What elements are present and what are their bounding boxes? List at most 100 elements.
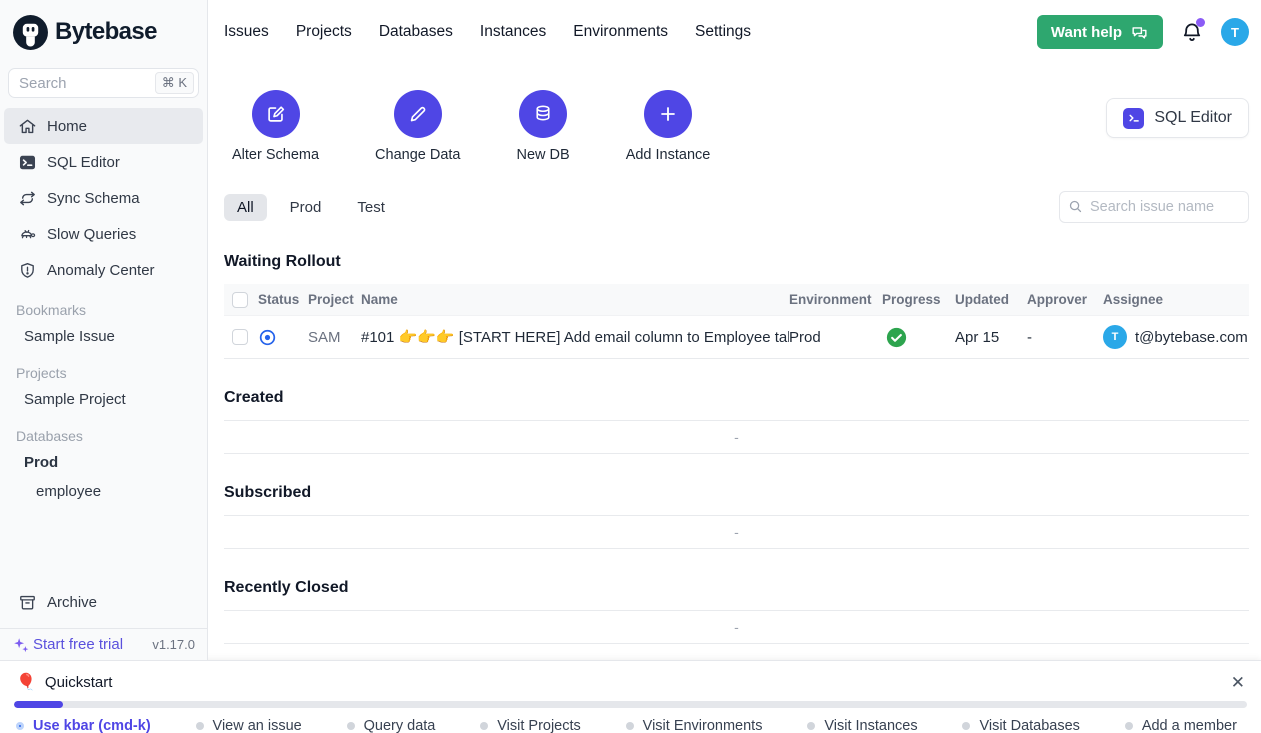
quickstart-step-visit-environments[interactable]: Visit Environments [626, 718, 763, 733]
user-avatar[interactable]: T [1221, 18, 1249, 46]
col-status: Status [258, 292, 308, 307]
edit-square-icon [252, 90, 300, 138]
divider [224, 548, 1249, 549]
start-free-trial-link[interactable]: Start free trial [12, 636, 123, 654]
step-dot [1125, 722, 1133, 730]
quickstart-header: 🎈 Quickstart ✕ [0, 661, 1261, 701]
want-help-button[interactable]: Want help [1037, 15, 1163, 49]
issue-name[interactable]: #101 👉👉👉 [START HERE] Add email column t… [361, 328, 789, 346]
sidebar-item-label: Sync Schema [47, 190, 140, 207]
sidebar-item-slow-queries[interactable]: Slow Queries [4, 216, 203, 252]
chat-icon [1130, 23, 1149, 42]
step-label: Visit Environments [643, 718, 763, 733]
search-icon [1068, 199, 1083, 214]
filter-row: All Prod Test [224, 191, 1249, 223]
quickstart-step-add-member[interactable]: Add a member [1125, 718, 1237, 733]
notification-bell-icon[interactable] [1180, 20, 1204, 44]
step-label: Query data [364, 718, 436, 733]
tab-test[interactable]: Test [344, 194, 398, 221]
sidebar-item-label: Home [47, 118, 87, 135]
add-instance-button[interactable]: Add Instance [626, 90, 711, 163]
sidebar-item-label: Slow Queries [47, 226, 136, 243]
quickstart-step-visit-databases[interactable]: Visit Databases [962, 718, 1079, 733]
quickstart-step-visit-instances[interactable]: Visit Instances [807, 718, 917, 733]
alter-schema-button[interactable]: Alter Schema [232, 90, 319, 163]
sync-icon [18, 189, 37, 208]
quick-actions: Alter Schema Change Data New DB [232, 90, 710, 163]
notification-dot [1196, 18, 1205, 27]
top-nav: Issues Projects Databases Instances Envi… [224, 23, 751, 41]
balloon-icon: 🎈 [16, 672, 36, 692]
col-approver: Approver [1027, 292, 1103, 307]
nav-settings[interactable]: Settings [695, 23, 751, 41]
select-all-checkbox[interactable] [232, 292, 248, 308]
top-bar: Issues Projects Databases Instances Envi… [208, 0, 1261, 64]
issue-updated: Apr 15 [955, 329, 1027, 346]
issue-row[interactable]: SAM #101 👉👉👉 [START HERE] Add email colu… [224, 315, 1249, 359]
subscribed-empty: - [224, 516, 1249, 548]
sql-editor-button[interactable]: SQL Editor [1106, 98, 1249, 138]
col-progress: Progress [882, 292, 955, 307]
quickstart-step-query-data[interactable]: Query data [347, 718, 436, 733]
tab-all[interactable]: All [224, 194, 267, 221]
quickstart-step-use-kbar[interactable]: Use kbar (cmd-k) [16, 718, 151, 733]
search-shortcut-badge: ⌘ K [155, 72, 194, 94]
add-instance-label: Add Instance [626, 147, 711, 163]
home-icon [18, 117, 37, 136]
quick-actions-row: Alter Schema Change Data New DB [224, 90, 1249, 163]
sidebar-item-sql-editor[interactable]: SQL Editor [4, 144, 203, 180]
plus-icon [644, 90, 692, 138]
nav-databases[interactable]: Databases [379, 23, 453, 41]
sidebar-item-archive[interactable]: Archive [4, 584, 203, 620]
sidebar-section-databases: Databases [0, 414, 207, 448]
new-db-button[interactable]: New DB [517, 90, 570, 163]
sidebar-bookmark-sample-issue[interactable]: Sample Issue [0, 322, 207, 351]
nav-environments[interactable]: Environments [573, 23, 668, 41]
sidebar-search: ⌘ K [8, 68, 199, 98]
nav-issues[interactable]: Issues [224, 23, 269, 41]
step-dot [347, 722, 355, 730]
sidebar-item-label: SQL Editor [47, 154, 120, 171]
sidebar-footer: Start free trial v1.17.0 [0, 628, 207, 660]
assignee-avatar: T [1103, 325, 1127, 349]
step-label: Visit Databases [979, 718, 1079, 733]
created-title: Created [224, 389, 1249, 420]
issue-assignee: T t@bytebase.com [1103, 325, 1249, 349]
start-free-trial-label: Start free trial [33, 636, 123, 653]
terminal-icon [18, 153, 37, 172]
quickstart-step-view-issue[interactable]: View an issue [196, 718, 302, 733]
terminal-icon [1123, 108, 1144, 129]
alter-schema-label: Alter Schema [232, 147, 319, 163]
change-data-button[interactable]: Change Data [375, 90, 460, 163]
tab-prod[interactable]: Prod [277, 194, 335, 221]
col-assignee: Assignee [1103, 292, 1249, 307]
issue-search [1059, 191, 1249, 223]
brand-logo[interactable]: Bytebase [0, 0, 207, 64]
quickstart-bar: 🎈 Quickstart ✕ Use kbar (cmd-k) View an … [0, 660, 1261, 733]
quickstart-progress-fill [14, 701, 63, 708]
issue-search-input[interactable] [1059, 191, 1249, 223]
turtle-icon [18, 225, 37, 244]
shield-icon [18, 261, 37, 280]
want-help-label: Want help [1051, 24, 1122, 41]
quickstart-step-visit-projects[interactable]: Visit Projects [480, 718, 581, 733]
sidebar-item-home[interactable]: Home [4, 108, 203, 144]
sidebar-database-employee[interactable]: employee [0, 477, 207, 506]
sidebar-database-group-prod[interactable]: Prod [0, 448, 207, 477]
created-empty: - [224, 421, 1249, 453]
sidebar-item-anomaly-center[interactable]: Anomaly Center [4, 252, 203, 288]
waiting-rollout-title: Waiting Rollout [224, 253, 1249, 284]
row-checkbox[interactable] [232, 329, 248, 345]
step-label: Visit Instances [824, 718, 917, 733]
sidebar-project-sample-project[interactable]: Sample Project [0, 385, 207, 414]
step-label: Use kbar (cmd-k) [33, 718, 151, 733]
step-dot [962, 722, 970, 730]
sparkles-icon [12, 636, 30, 654]
sidebar-spacer [0, 506, 207, 584]
nav-instances[interactable]: Instances [480, 23, 546, 41]
close-icon[interactable]: ✕ [1231, 674, 1245, 691]
sidebar-item-sync-schema[interactable]: Sync Schema [4, 180, 203, 216]
sql-editor-label: SQL Editor [1154, 109, 1232, 127]
step-dot [16, 722, 24, 730]
nav-projects[interactable]: Projects [296, 23, 352, 41]
